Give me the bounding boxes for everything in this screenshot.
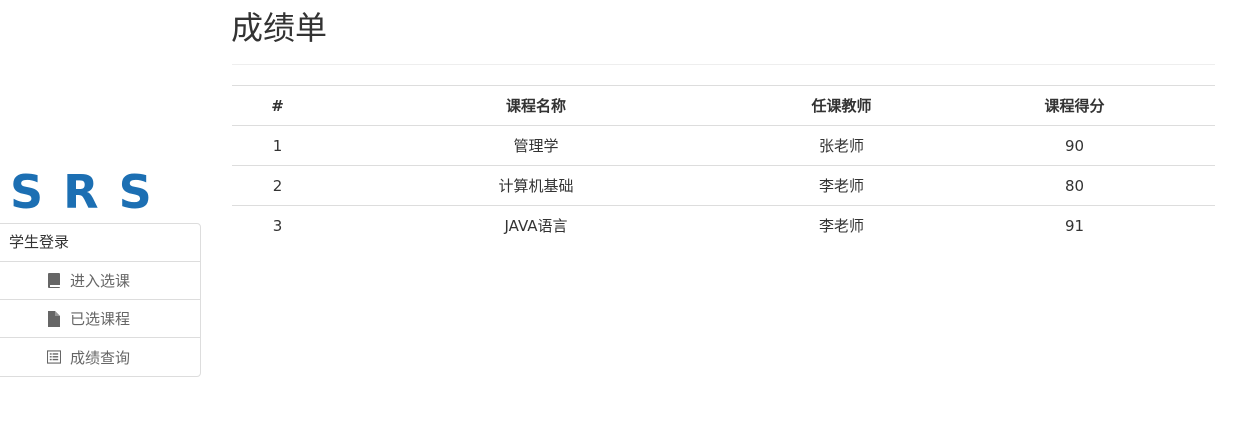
logo-letter: S <box>10 165 44 219</box>
column-header-teacher: 任课教师 <box>749 85 934 126</box>
sidebar-item-label: 已选课程 <box>70 310 131 328</box>
table-header-row: # 课程名称 任课教师 课程得分 <box>232 85 1215 126</box>
srs-logo: S R S <box>10 165 152 219</box>
file-icon <box>47 310 61 327</box>
sidebar-item-enter-course-selection[interactable]: 进入选课 <box>0 262 200 300</box>
column-header-score: 课程得分 <box>934 85 1215 126</box>
list-alt-icon <box>47 349 61 365</box>
cell-number: 3 <box>272 216 283 235</box>
cell-number: 1 <box>232 125 323 166</box>
column-header-number: # <box>232 85 323 126</box>
sidebar-item-selected-courses[interactable]: 已选课程 <box>0 300 200 338</box>
table-row: 3 JAVA语言 李老师 91 <box>232 206 1215 246</box>
cell-number: 2 <box>232 165 323 206</box>
sidebar-header: 学生登录 <box>0 224 200 262</box>
cell-course-name: 管理学 <box>323 125 749 166</box>
cell-score: 91 <box>1064 216 1085 235</box>
book-icon <box>47 272 61 289</box>
title-divider <box>232 64 1215 65</box>
logo-letter: S <box>118 165 152 219</box>
column-header-course-name: 课程名称 <box>323 85 749 126</box>
sidebar-item-label: 成绩查询 <box>70 348 131 367</box>
logo-letter: R <box>63 165 99 219</box>
cell-score: 80 <box>934 165 1215 206</box>
cell-teacher: 李老师 <box>818 217 864 235</box>
cell-teacher: 李老师 <box>749 165 934 206</box>
sidebar-item-label: 进入选课 <box>70 272 131 290</box>
table-row: 1 管理学 张老师 90 <box>232 125 1215 166</box>
sidebar-menu: 学生登录 进入选课 已选课程 成绩查询 <box>0 223 201 377</box>
cell-course-name: 计算机基础 <box>323 165 749 206</box>
table-row: 2 计算机基础 李老师 80 <box>232 165 1215 206</box>
page-title: 成绩单 <box>231 9 328 47</box>
cell-score: 90 <box>934 125 1215 166</box>
cell-course-name: JAVA语言 <box>504 217 568 235</box>
cell-teacher: 张老师 <box>749 125 934 166</box>
sidebar-item-grade-query[interactable]: 成绩查询 <box>0 338 200 376</box>
grades-table: # 课程名称 任课教师 课程得分 1 管理学 张老师 90 2 计算机基础 李老… <box>232 85 1215 245</box>
